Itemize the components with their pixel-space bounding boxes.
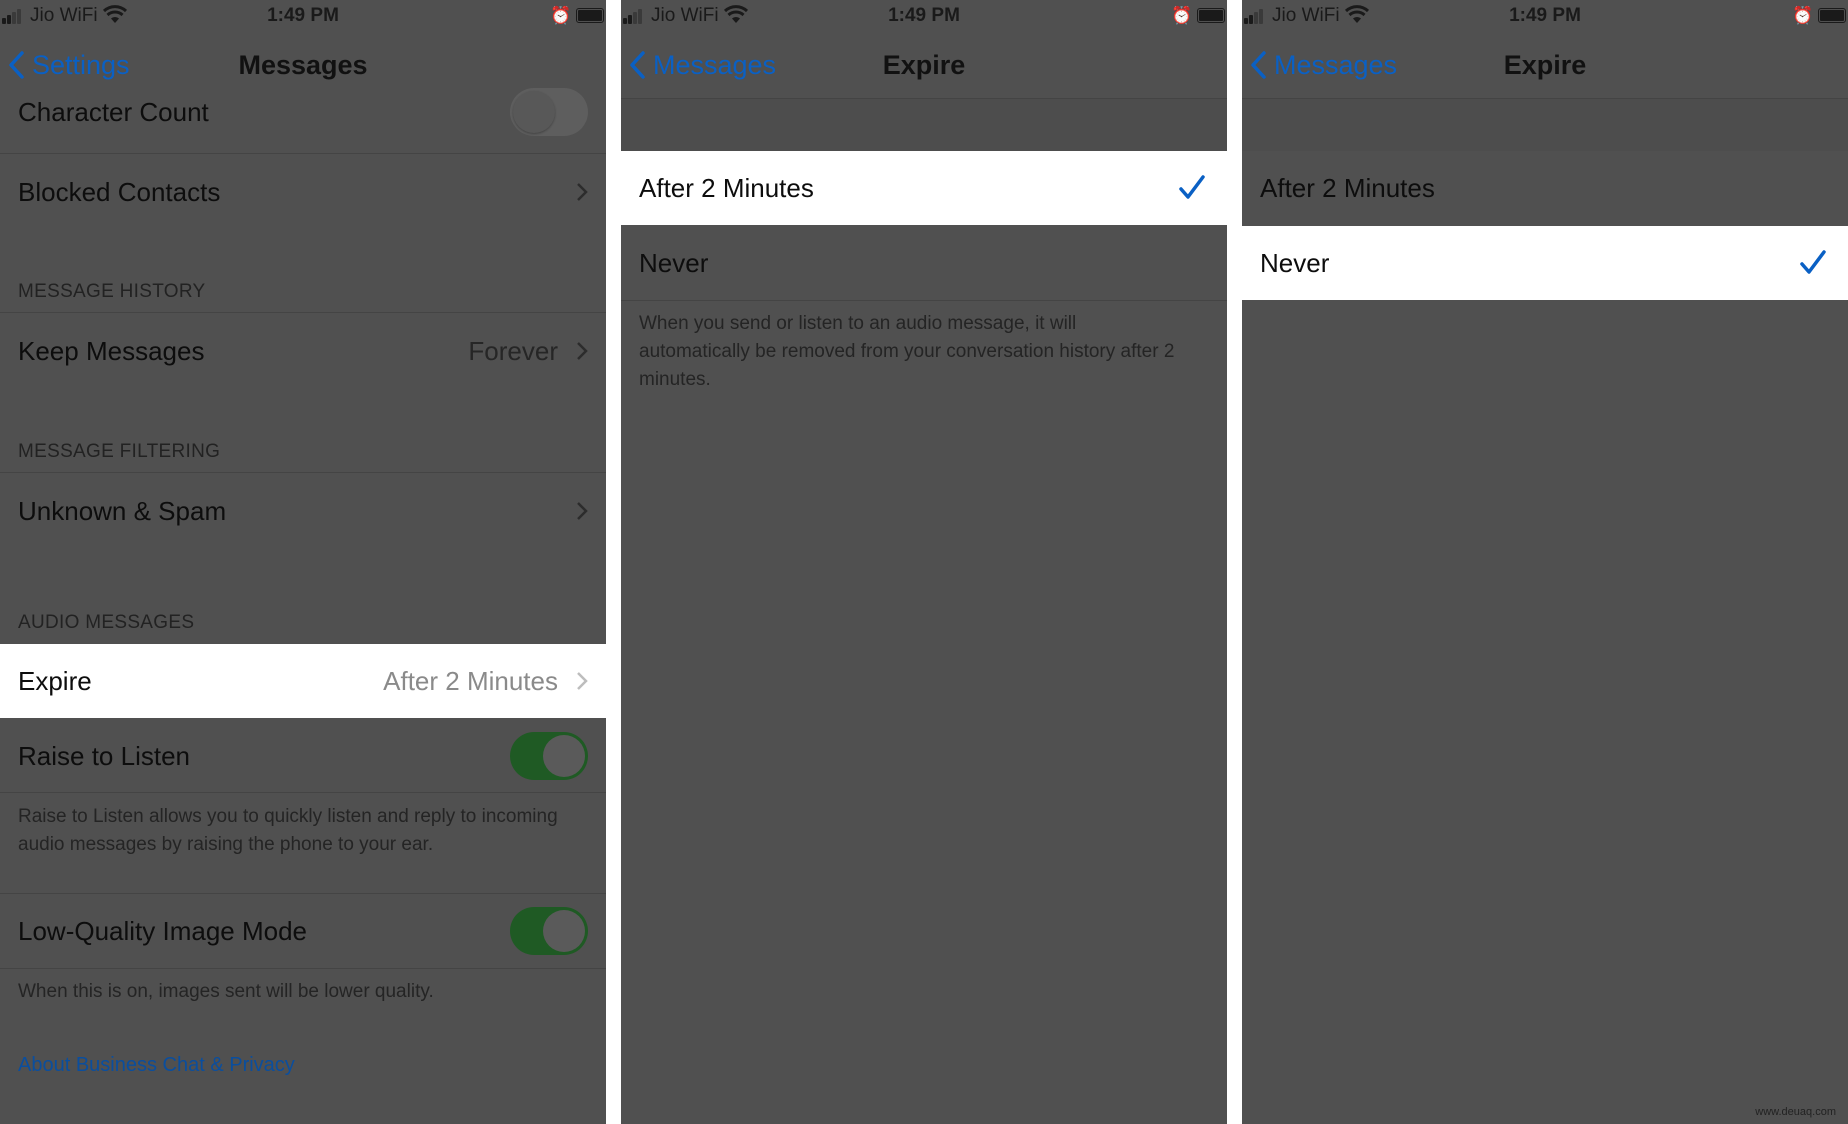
navigation-bar: Messages Expire: [621, 32, 1227, 98]
battery-icon: [576, 8, 604, 23]
row-raise-to-listen: Raise to Listen: [0, 719, 606, 793]
chevron-right-icon: [577, 502, 588, 520]
status-bar: Jio WiFi 1:49 PM ⏰: [621, 0, 1227, 32]
option-never[interactable]: Never: [1242, 226, 1848, 300]
option-after-2-minutes[interactable]: After 2 Minutes: [1242, 151, 1848, 225]
row-expire[interactable]: Expire After 2 Minutes: [0, 644, 606, 718]
alarm-icon: ⏰: [1171, 6, 1193, 25]
expire-note: When you send or listen to an audio mess…: [639, 313, 1175, 390]
row-label: Expire: [18, 666, 92, 696]
status-bar: Jio WiFi 1:49 PM ⏰: [1242, 0, 1848, 32]
character-count-toggle[interactable]: [510, 88, 588, 136]
row-unknown-spam[interactable]: Unknown & Spam: [0, 474, 606, 548]
section-header-message-filtering: MESSAGE FILTERING: [18, 441, 221, 462]
watermark: www.deuaq.com: [1755, 1106, 1836, 1118]
raise-to-listen-toggle[interactable]: [510, 732, 588, 780]
status-time: 1:49 PM: [1509, 5, 1581, 26]
checkmark-icon: [1179, 175, 1205, 199]
row-label: Low-Quality Image Mode: [18, 916, 308, 946]
chevron-right-icon: [577, 183, 588, 201]
option-label: Never: [1260, 248, 1330, 278]
option-label: After 2 Minutes: [1260, 173, 1435, 203]
raise-to-listen-note: Raise to Listen allows you to quickly li…: [18, 806, 558, 855]
row-keep-messages[interactable]: Keep Messages Forever: [0, 314, 606, 388]
expire-screen-after-2-minutes: Jio WiFi 1:49 PM ⏰ Messages Expire After…: [621, 0, 1227, 1124]
option-after-2-minutes[interactable]: After 2 Minutes: [621, 151, 1227, 225]
navigation-bar: Messages Expire: [1242, 32, 1848, 98]
row-value: Forever: [468, 336, 558, 366]
expire-screen-never: Jio WiFi 1:49 PM ⏰ Messages Expire After…: [1242, 0, 1848, 1124]
row-label: Keep Messages: [18, 336, 205, 366]
low-quality-image-toggle[interactable]: [510, 907, 588, 955]
battery-icon: [1818, 8, 1846, 23]
page-title: Expire: [882, 50, 966, 80]
row-label: Blocked Contacts: [18, 177, 221, 207]
status-time: 1:49 PM: [267, 5, 339, 26]
row-label: Unknown & Spam: [18, 496, 227, 526]
option-label: After 2 Minutes: [639, 173, 814, 203]
alarm-icon: ⏰: [550, 6, 572, 25]
row-character-count: Character Count: [0, 81, 606, 155]
row-label: Raise to Listen: [18, 741, 190, 771]
messages-settings-screen: Jio WiFi 1:49 PM ⏰ Settings Messages Cha…: [0, 0, 606, 1124]
row-low-quality-image: Low-Quality Image Mode: [0, 894, 606, 968]
low-quality-note: When this is on, images sent will be low…: [18, 981, 434, 1002]
row-blocked-contacts[interactable]: Blocked Contacts: [0, 155, 606, 229]
section-header-message-history: MESSAGE HISTORY: [18, 281, 206, 302]
about-business-chat-link[interactable]: About Business Chat & Privacy: [18, 1054, 295, 1077]
option-label: Never: [639, 248, 709, 278]
status-time: 1:49 PM: [888, 5, 960, 26]
status-bar: Jio WiFi 1:49 PM ⏰: [0, 0, 606, 32]
alarm-icon: ⏰: [1792, 6, 1814, 25]
row-value: After 2 Minutes: [383, 666, 558, 696]
page-title: Expire: [1503, 50, 1587, 80]
section-header-audio-messages: AUDIO MESSAGES: [18, 612, 195, 633]
chevron-right-icon: [577, 672, 588, 690]
checkmark-icon: [1800, 250, 1826, 274]
option-never[interactable]: Never: [621, 226, 1227, 300]
chevron-right-icon: [577, 342, 588, 360]
battery-icon: [1197, 8, 1225, 23]
row-label: Character Count: [18, 97, 209, 127]
